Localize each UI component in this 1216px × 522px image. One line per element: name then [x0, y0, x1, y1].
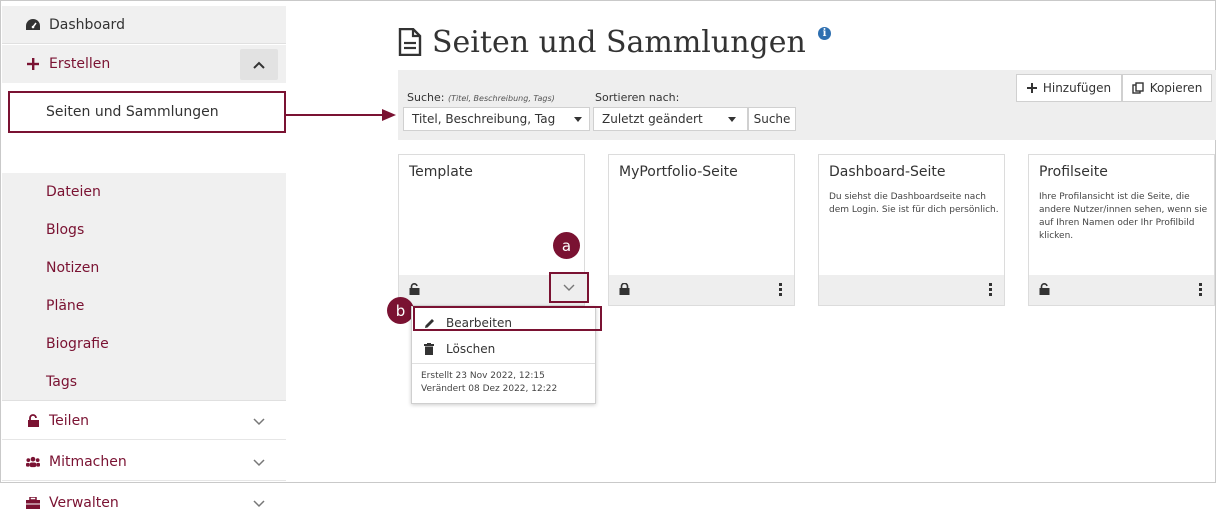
search-scope-value: Titel, Beschreibung, Tag	[412, 112, 556, 126]
arrow-annotation	[286, 109, 396, 121]
plus-icon	[26, 57, 40, 71]
search-hint: (Titel, Beschreibung, Tags)	[447, 94, 555, 103]
sidebar-item-label: Mitmachen	[49, 453, 127, 470]
copy-button[interactable]: Kopieren	[1122, 74, 1212, 102]
sidebar-item-label: Notizen	[46, 260, 100, 276]
modified-date: Verändert 08 Dez 2022, 12:22	[421, 384, 558, 394]
sidebar-item-label: Teilen	[49, 412, 90, 429]
copy-icon	[1131, 82, 1144, 94]
card-description: Ihre Profilansicht ist die Seite, die an…	[1039, 192, 1208, 241]
sidebar-item-label: Erstellen	[49, 56, 111, 72]
page-title-text: Seiten und Sammlungen	[432, 24, 806, 60]
card-description: Du siehst die Dashboardseite nach dem Lo…	[829, 192, 999, 215]
search-label: Suche: (Titel, Beschreibung, Tags)	[407, 91, 555, 104]
sort-value: Zuletzt geändert	[602, 112, 703, 126]
chevron-down-icon	[253, 500, 265, 508]
briefcase-icon	[26, 496, 40, 510]
sidebar-item-dashboard[interactable]: Dashboard	[2, 6, 286, 44]
sidebar-item-label: Blogs	[46, 222, 85, 238]
sidebar-item-verwalten[interactable]: Verwalten	[2, 484, 286, 522]
caret-down-icon	[728, 117, 736, 122]
document-icon	[398, 28, 422, 56]
sort-label: Sortieren nach:	[595, 91, 680, 104]
sidebar-item-mitmachen[interactable]: Mitmachen	[2, 443, 286, 481]
search-scope-select[interactable]: Titel, Beschreibung, Tag	[403, 107, 590, 131]
chevron-down-icon	[253, 418, 265, 426]
sidebar-item-label: Tags	[46, 373, 77, 390]
card-profilseite[interactable]: Profilseite Ihre Profilansicht ist die S…	[1028, 154, 1215, 306]
edit-highlight-box	[413, 306, 602, 331]
created-date: Erstellt 23 Nov 2022, 12:15	[421, 371, 545, 381]
menu-divider	[412, 363, 595, 364]
sidebar-item-erstellen[interactable]: Erstellen	[2, 45, 286, 83]
unlock-icon[interactable]	[1039, 283, 1050, 295]
callout-a: a	[553, 232, 580, 259]
sidebar-item-label: Biografie	[46, 336, 109, 352]
sidebar-item-label: Dateien	[46, 184, 101, 200]
chevron-down-icon	[563, 284, 575, 291]
info-icon[interactable]: i	[818, 27, 831, 40]
sidebar-item-teilen[interactable]: Teilen	[2, 402, 286, 440]
add-button-label: Hinzufügen	[1042, 81, 1112, 95]
sidebar-item-biografie[interactable]: Biografie	[2, 325, 286, 363]
add-button[interactable]: Hinzufügen	[1016, 74, 1122, 102]
sidebar-item-dateien[interactable]: Dateien	[2, 173, 286, 211]
sidebar-item-label: Pläne	[46, 298, 85, 314]
sidebar-item-seiten-und-sammlungen[interactable]: Seiten und Sammlungen	[8, 91, 286, 133]
collapse-toggle[interactable]	[240, 49, 278, 80]
sort-select[interactable]: Zuletzt geändert	[593, 107, 748, 131]
sidebar-item-blogs[interactable]: Blogs	[2, 211, 286, 249]
card-title: Dashboard-Seite	[829, 164, 946, 180]
caret-down-icon	[574, 117, 582, 122]
more-options-icon[interactable]	[779, 283, 782, 298]
dashboard-icon	[26, 18, 40, 32]
sidebar-item-plaene[interactable]: Pläne	[2, 287, 286, 325]
card-title: Profilseite	[1039, 164, 1108, 180]
toolbar: Suche: (Titel, Beschreibung, Tags) Sorti…	[398, 70, 1216, 140]
card-footer	[819, 275, 1004, 305]
unlock-icon[interactable]	[409, 283, 420, 295]
sidebar-item-label: Seiten und Sammlungen	[46, 104, 219, 120]
trash-icon	[422, 343, 436, 355]
card-footer	[609, 275, 794, 305]
card-dashboard-seite[interactable]: Dashboard-Seite Du siehst die Dashboards…	[818, 154, 1005, 306]
card-myportfolio[interactable]: MyPortfolio-Seite	[608, 154, 795, 306]
sidebar-item-label: Verwalten	[49, 495, 119, 511]
sidebar-item-notizen[interactable]: Notizen	[2, 249, 286, 287]
page-title: Seiten und Sammlungen	[398, 22, 806, 62]
search-button[interactable]: Suche	[748, 107, 796, 131]
chevron-down-icon	[253, 459, 265, 467]
search-label-text: Suche:	[407, 91, 445, 104]
page-dates: Erstellt 23 Nov 2022, 12:15 Verändert 08…	[421, 370, 557, 396]
card-title: Template	[409, 164, 473, 180]
sidebar-item-label: Dashboard	[49, 16, 125, 33]
plus-icon	[1026, 83, 1037, 93]
menu-item-delete[interactable]: Löschen	[412, 336, 595, 362]
more-options-icon[interactable]	[1199, 283, 1202, 298]
menu-item-label: Löschen	[446, 342, 496, 356]
card-options-toggle[interactable]	[549, 272, 589, 303]
card-title: MyPortfolio-Seite	[619, 164, 738, 180]
chevron-up-icon	[253, 61, 265, 69]
callout-b: b	[387, 297, 414, 324]
users-icon	[26, 455, 40, 469]
card-footer	[1029, 275, 1214, 305]
more-options-icon[interactable]	[989, 283, 992, 298]
unlock-icon	[26, 414, 40, 428]
copy-button-label: Kopieren	[1149, 81, 1203, 95]
lock-icon[interactable]	[619, 283, 630, 295]
sidebar-item-tags[interactable]: Tags	[2, 363, 286, 401]
